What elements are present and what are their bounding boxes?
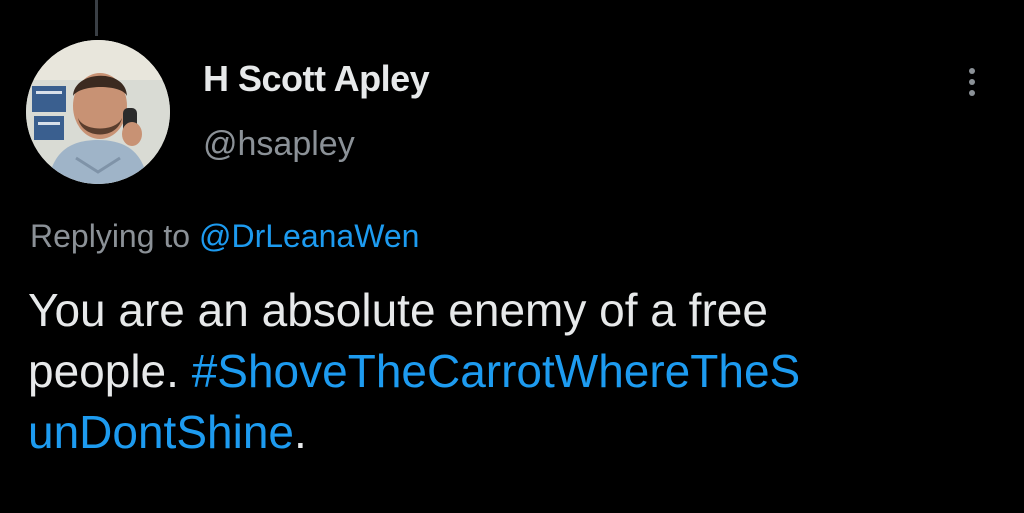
- tweet-text-period: .: [293, 406, 307, 458]
- more-options-icon: [969, 90, 975, 96]
- user-handle[interactable]: @hsapley: [203, 125, 355, 164]
- thread-connector-line: [95, 0, 98, 36]
- tweet-text-line-3: unDontShine.: [28, 402, 988, 463]
- avatar-photo: [26, 40, 170, 184]
- more-options-button[interactable]: [960, 62, 984, 102]
- tweet-text-plain: people.: [28, 345, 192, 397]
- hashtag-link-part-1[interactable]: #ShoveTheCarrotWhereTheS: [192, 345, 801, 397]
- hashtag-link-part-2[interactable]: unDontShine: [28, 406, 294, 458]
- more-options-icon: [969, 79, 975, 85]
- avatar[interactable]: [26, 40, 170, 184]
- replying-to-line: Replying to @DrLeanaWen: [30, 218, 419, 255]
- tweet-body: You are an absolute enemy of a free peop…: [28, 280, 988, 463]
- more-options-icon: [969, 68, 975, 74]
- tweet-text-line-1: You are an absolute enemy of a free: [28, 284, 768, 336]
- display-name[interactable]: H Scott Apley: [203, 58, 430, 100]
- reply-mention-link[interactable]: @DrLeanaWen: [199, 218, 419, 254]
- tweet-text-line-2: people. #ShoveTheCarrotWhereTheS: [28, 341, 988, 402]
- replying-to-label: Replying to: [30, 218, 199, 254]
